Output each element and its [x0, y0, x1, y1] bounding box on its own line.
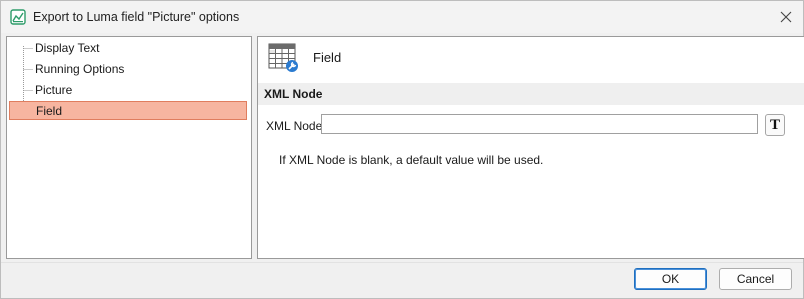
title-bar: Export to Luma field "Picture" options	[1, 1, 803, 33]
tree-item-field[interactable]: Field	[9, 101, 247, 120]
ok-button[interactable]: OK	[634, 268, 707, 290]
xml-node-label: XML Node	[266, 119, 323, 133]
section-header: XML Node	[258, 83, 804, 105]
section-title: XML Node	[264, 87, 323, 101]
tree-item-running-options[interactable]: Running Options	[35, 61, 124, 78]
tree-item-picture[interactable]: Picture	[35, 82, 72, 99]
footer-divider	[1, 262, 803, 263]
close-icon	[780, 11, 792, 23]
tree-item-field-label: Field	[36, 104, 63, 118]
xml-node-input[interactable]	[321, 114, 758, 134]
close-button[interactable]	[771, 3, 801, 31]
text-format-icon: T	[769, 116, 780, 133]
tree-item-display-text[interactable]: Display Text	[35, 40, 99, 57]
cancel-button[interactable]: Cancel	[719, 268, 792, 290]
hint-text: If XML Node is blank, a default value wi…	[279, 153, 544, 167]
table-wrench-icon	[268, 43, 298, 72]
options-dialog: Export to Luma field "Picture" options D…	[0, 0, 804, 299]
field-options-panel: Field XML Node XML Node T If XML Node is…	[257, 36, 804, 259]
window-title: Export to Luma field "Picture" options	[33, 10, 240, 24]
text-format-button[interactable]: T	[765, 114, 785, 136]
chart-app-icon	[10, 9, 26, 25]
options-tree: Display Text Running Options Picture Fie…	[6, 36, 252, 259]
panel-title: Field	[313, 50, 342, 65]
